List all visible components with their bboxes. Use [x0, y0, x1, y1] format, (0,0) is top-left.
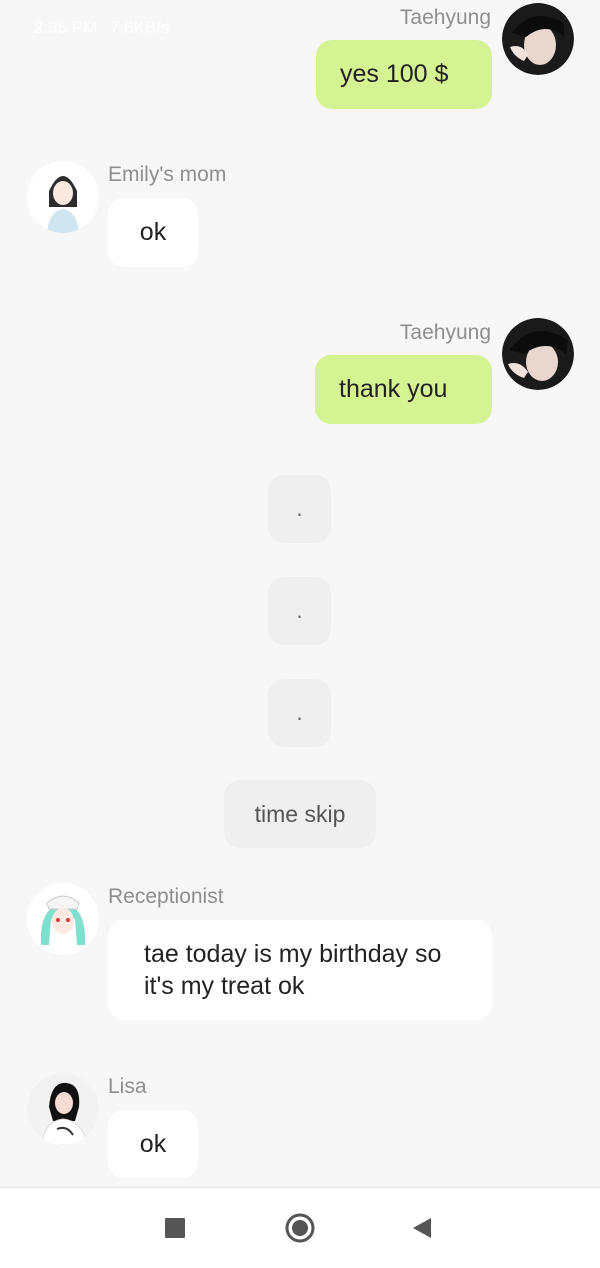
system-nav-bar	[0, 1187, 600, 1268]
sender-name: Taehyung	[399, 321, 491, 344]
message-text: ok	[139, 1129, 167, 1158]
narration-text: .	[296, 598, 303, 623]
back-button[interactable]	[382, 1188, 462, 1268]
message-text: ok	[139, 218, 167, 246]
narration-text: .	[296, 700, 303, 725]
avatar-lisa[interactable]	[27, 1073, 99, 1145]
avatar-taehyung[interactable]	[502, 3, 574, 75]
triangle-back-icon	[413, 1218, 431, 1238]
message-bubble[interactable]: ok	[108, 198, 198, 267]
recents-button[interactable]	[135, 1188, 215, 1268]
avatar-taehyung[interactable]	[502, 318, 574, 390]
narration-bubble[interactable]: .	[268, 577, 331, 645]
sender-name: Emily's mom	[108, 163, 227, 186]
narration-bubble[interactable]: time skip	[224, 780, 376, 848]
sender-name: Lisa	[108, 1075, 147, 1098]
status-bar-time: 2:35 PM 7.6KB/s	[34, 18, 170, 38]
sender-name: Receptionist	[108, 885, 224, 908]
avatar-emilys-mom[interactable]	[27, 161, 99, 233]
message-bubble[interactable]: yes 100 $	[316, 40, 492, 109]
square-icon	[165, 1218, 185, 1238]
circle-icon	[285, 1213, 315, 1243]
narration-text: .	[296, 496, 303, 521]
message-text: thank you	[339, 375, 448, 403]
message-bubble[interactable]: ok	[108, 1110, 198, 1178]
sender-name: Taehyung	[399, 6, 491, 29]
message-text: yes 100 $	[340, 60, 449, 88]
home-button[interactable]	[260, 1188, 340, 1268]
narration-bubble[interactable]: .	[268, 679, 331, 747]
narration-bubble[interactable]: .	[268, 475, 331, 543]
network-speed: 7.6KB/s	[110, 18, 170, 37]
message-bubble[interactable]: tae today is my birthday so it's my trea…	[108, 920, 492, 1020]
message-text: tae today is my birthday so it's my trea…	[144, 940, 442, 1000]
narration-text: time skip	[254, 800, 346, 827]
message-bubble[interactable]: thank you	[315, 355, 492, 424]
clock: 2:35 PM	[34, 18, 98, 37]
avatar-receptionist[interactable]	[27, 883, 99, 955]
